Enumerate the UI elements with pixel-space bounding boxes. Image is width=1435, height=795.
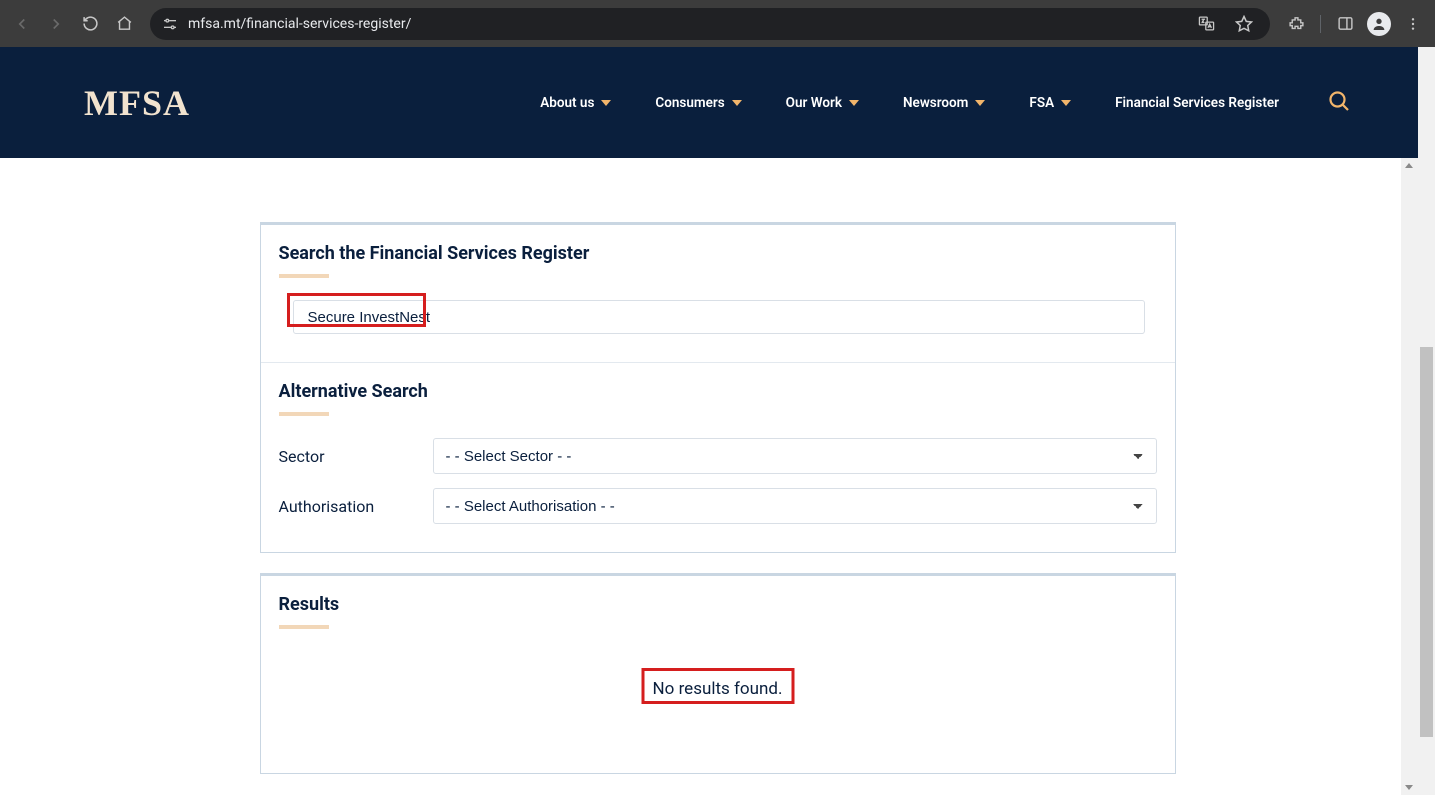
results-message: No results found.: [641, 673, 795, 705]
search-icon: [1327, 89, 1351, 113]
back-button[interactable]: [8, 10, 36, 38]
chevron-down-icon: [1061, 100, 1071, 106]
results-title: Results: [279, 594, 1157, 615]
site-info-button[interactable]: [162, 16, 178, 32]
sector-select[interactable]: - - Select Sector - -: [433, 438, 1157, 474]
search-section: Search the Financial Services Register: [261, 225, 1175, 362]
home-icon: [116, 15, 133, 32]
panel-icon: [1337, 15, 1354, 32]
search-title: Search the Financial Services Register: [279, 243, 1157, 264]
profile-button[interactable]: [1365, 10, 1393, 38]
page-viewport: MFSA About us Consumers Our Work Newsroo…: [0, 47, 1435, 795]
title-underline: [279, 274, 329, 278]
tune-icon: [162, 16, 178, 32]
site-logo[interactable]: MFSA: [84, 82, 190, 124]
translate-button[interactable]: [1192, 10, 1220, 38]
browser-toolbar: mfsa.mt/financial-services-register/: [0, 0, 1435, 47]
nav-our-work[interactable]: Our Work: [786, 95, 859, 111]
nav-consumers[interactable]: Consumers: [655, 95, 741, 111]
divider: [1320, 15, 1321, 33]
search-panel: Search the Financial Services Register A…: [260, 222, 1176, 553]
extensions-button[interactable]: [1282, 10, 1310, 38]
outer-scrollbar[interactable]: [1418, 47, 1435, 795]
sector-label: Sector: [279, 447, 433, 466]
nav-newsroom[interactable]: Newsroom: [903, 95, 985, 111]
scroll-up-icon: [1405, 163, 1413, 168]
puzzle-icon: [1288, 15, 1305, 32]
alternative-search-section: Alternative Search Sector - - Select Sec…: [261, 362, 1175, 552]
avatar-icon: [1367, 12, 1391, 36]
scroll-down-icon: [1405, 785, 1413, 790]
nav-label: Financial Services Register: [1115, 95, 1279, 111]
sector-row: Sector - - Select Sector - -: [279, 438, 1157, 474]
header-search-button[interactable]: [1327, 89, 1351, 117]
sidepanel-button[interactable]: [1331, 10, 1359, 38]
site-header: MFSA About us Consumers Our Work Newsroo…: [0, 47, 1435, 158]
title-underline: [279, 412, 329, 416]
translate-icon: [1198, 15, 1215, 32]
nav-label: Newsroom: [903, 95, 968, 111]
nav-label: FSA: [1029, 95, 1054, 111]
url-text: mfsa.mt/financial-services-register/: [188, 16, 1182, 32]
dots-vertical-icon: [1405, 16, 1421, 32]
bookmark-button[interactable]: [1230, 10, 1258, 38]
scroll-thumb[interactable]: [1420, 347, 1433, 737]
authorisation-label: Authorisation: [279, 497, 433, 516]
chrome-right-controls: [1282, 10, 1427, 38]
inner-scrollbar[interactable]: [1401, 158, 1418, 795]
title-underline: [279, 625, 329, 629]
main-nav: About us Consumers Our Work Newsroom FSA…: [540, 95, 1279, 111]
nav-label: Our Work: [786, 95, 842, 111]
menu-button[interactable]: [1399, 10, 1427, 38]
authorisation-select[interactable]: - - Select Authorisation - -: [433, 488, 1157, 524]
nav-fsa[interactable]: FSA: [1029, 95, 1071, 111]
arrow-left-icon: [13, 15, 31, 33]
results-section: Results No results found.: [261, 576, 1175, 773]
home-button[interactable]: [110, 10, 138, 38]
chevron-down-icon: [849, 100, 859, 106]
arrow-right-icon: [47, 15, 65, 33]
authorisation-row: Authorisation - - Select Authorisation -…: [279, 488, 1157, 524]
alt-search-title: Alternative Search: [279, 381, 1157, 402]
star-icon: [1235, 15, 1253, 33]
nav-financial-services-register[interactable]: Financial Services Register: [1115, 95, 1279, 111]
register-search-input[interactable]: [293, 300, 1145, 334]
chevron-down-icon: [732, 100, 742, 106]
address-bar[interactable]: mfsa.mt/financial-services-register/: [150, 8, 1270, 40]
nav-label: About us: [540, 95, 594, 111]
forward-button[interactable]: [42, 10, 70, 38]
page-content: Search the Financial Services Register A…: [0, 158, 1435, 794]
nav-label: Consumers: [655, 95, 724, 111]
results-panel: Results No results found.: [260, 573, 1176, 774]
chevron-down-icon: [975, 100, 985, 106]
nav-about-us[interactable]: About us: [540, 95, 611, 111]
reload-icon: [82, 15, 99, 32]
reload-button[interactable]: [76, 10, 104, 38]
chevron-down-icon: [601, 100, 611, 106]
